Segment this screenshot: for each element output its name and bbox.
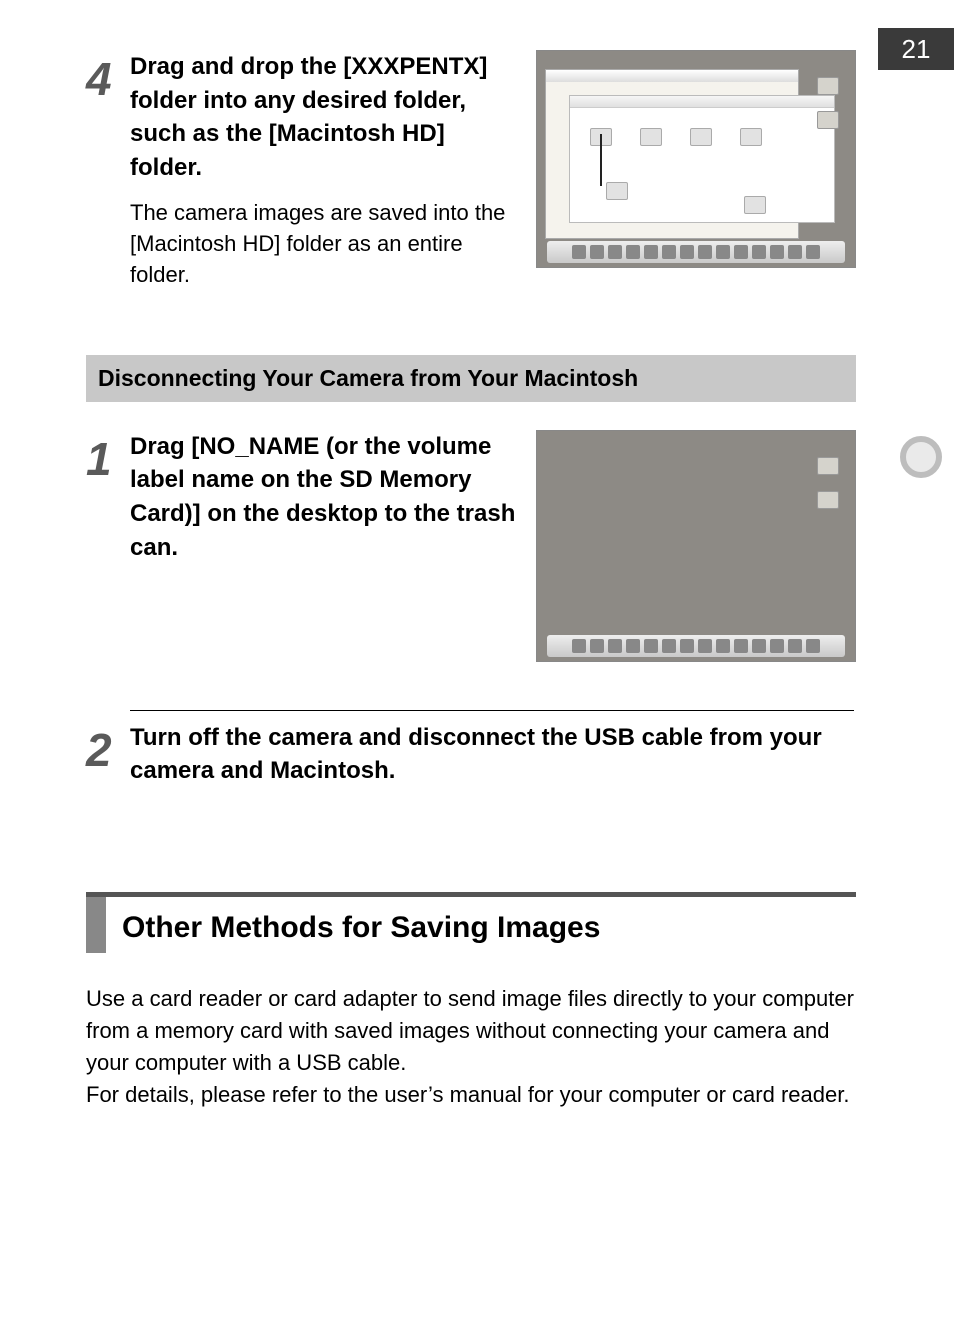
drive-icon (817, 491, 839, 509)
drive-icon (817, 111, 839, 129)
step-1: 1 Drag [NO_NAME (or the volume label nam… (86, 430, 856, 662)
mac-dock (547, 635, 845, 657)
side-indicator-circle (900, 436, 942, 478)
folder-icon (740, 128, 762, 146)
folder-xxxpentx-icon (606, 182, 628, 200)
page-content: 4 Drag and drop the [XXXPENTX] folder in… (86, 50, 856, 1111)
step-title: Turn off the camera and disconnect the U… (130, 721, 856, 788)
step-text-column: Drag [NO_NAME (or the volume label name … (130, 430, 518, 662)
step-title: Drag and drop the [XXXPENTX] folder into… (130, 50, 518, 184)
finder-window-front (569, 95, 835, 223)
section-accent-bar (86, 897, 106, 953)
step-divider (130, 710, 854, 711)
subsection-heading: Disconnecting Your Camera from Your Maci… (86, 355, 856, 402)
mac-dock (547, 241, 845, 263)
folder-icon (640, 128, 662, 146)
step-body: Turn off the camera and disconnect the U… (130, 721, 856, 802)
step-description: The camera images are saved into the [Ma… (130, 198, 518, 290)
step-title: Drag [NO_NAME (or the volume label name … (130, 430, 518, 564)
folder-image-icon (744, 196, 766, 214)
folder-icon (690, 128, 712, 146)
drive-icon (817, 457, 839, 475)
step-number: 4 (86, 56, 130, 102)
step-body: Drag and drop the [XXXPENTX] folder into… (130, 50, 856, 291)
mac-desktop-screenshot (536, 430, 856, 662)
section-title: Other Methods for Saving Images (122, 897, 600, 963)
section-body: Use a card reader or card adapter to sen… (86, 983, 856, 1111)
page-number-tab: 21 (878, 28, 954, 70)
mac-desktop-screenshot (536, 50, 856, 268)
step-number: 1 (86, 436, 130, 482)
step-2: 2 Turn off the camera and disconnect the… (86, 721, 856, 802)
section-header: Other Methods for Saving Images (86, 892, 856, 963)
page-number: 21 (902, 34, 931, 65)
step-4: 4 Drag and drop the [XXXPENTX] folder in… (86, 50, 856, 291)
step-text-column: Drag and drop the [XXXPENTX] folder into… (130, 50, 518, 291)
step-body: Drag [NO_NAME (or the volume label name … (130, 430, 856, 662)
drive-icon (817, 77, 839, 95)
step-number: 2 (86, 727, 130, 773)
